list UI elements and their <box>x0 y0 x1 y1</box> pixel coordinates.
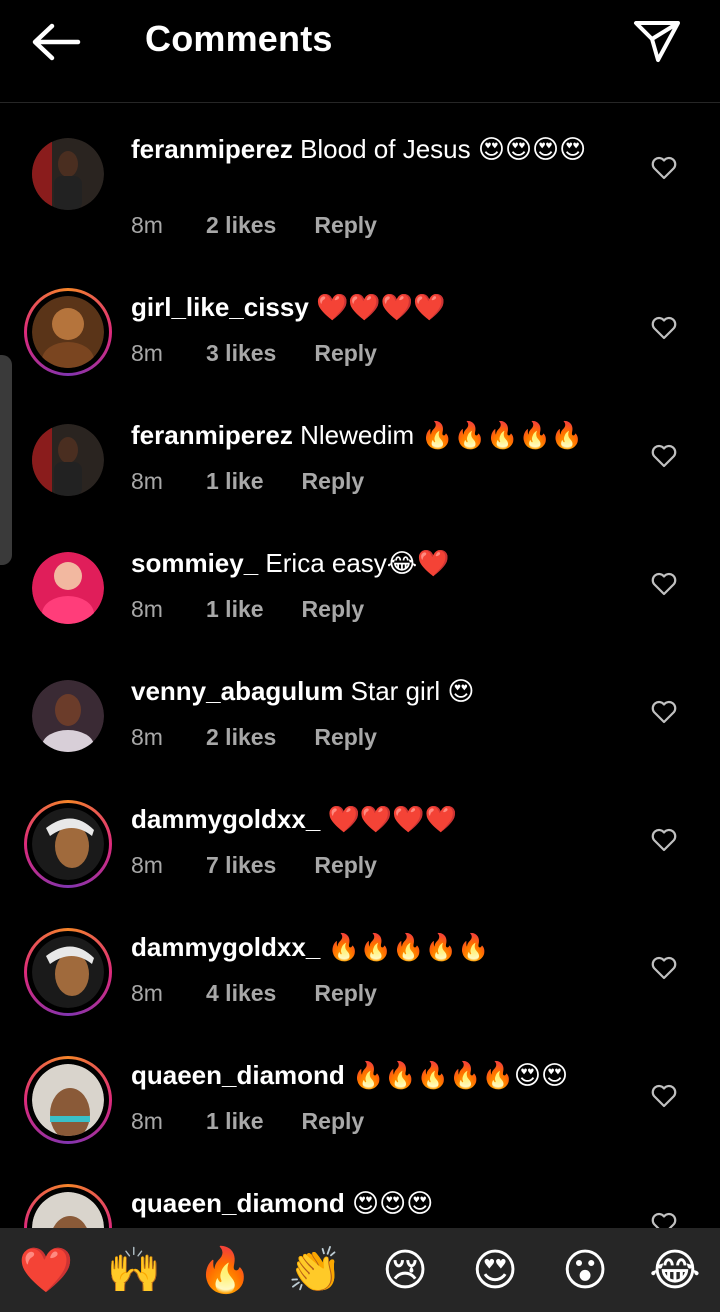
reply-button[interactable]: Reply <box>314 724 377 751</box>
reply-button[interactable]: Reply <box>302 1108 365 1135</box>
comment-time: 8m <box>131 596 163 622</box>
comment-username[interactable]: feranmiperez <box>131 420 293 450</box>
comment-likes[interactable]: 2 likes <box>206 724 276 751</box>
reply-button[interactable]: Reply <box>314 852 377 879</box>
reaction-heart-button[interactable]: ❤️ <box>16 1244 76 1298</box>
comment-row: sommiey_ Erica easy😂❤️ 8m 1 like Reply <box>0 544 720 672</box>
avatar[interactable] <box>24 544 112 632</box>
reply-button[interactable]: Reply <box>314 212 377 239</box>
comment-likes[interactable]: 4 likes <box>206 980 276 1007</box>
comment-time: 8m <box>131 340 163 366</box>
reaction-raised-hands-button[interactable]: 🙌 <box>104 1244 164 1298</box>
comment-likes[interactable]: 7 likes <box>206 852 276 879</box>
comment-row: feranmiperez Blood of Jesus 😍😍😍😍 8m 2 lik… <box>0 130 720 258</box>
reply-button[interactable]: Reply <box>314 980 377 1007</box>
comment-username[interactable]: quaeen_diamond <box>131 1060 345 1090</box>
comment-text: ❤️❤️❤️❤️ <box>320 804 458 834</box>
like-heart-icon[interactable] <box>651 316 677 340</box>
quick-reaction-bar: ❤️ 🙌 🔥 👏 😢 😍 😮 😂 <box>0 1228 720 1312</box>
like-heart-icon[interactable] <box>651 956 677 980</box>
avatar[interactable] <box>24 1056 112 1144</box>
back-arrow-icon[interactable] <box>30 20 82 64</box>
reaction-fire-button[interactable]: 🔥 <box>195 1244 255 1298</box>
comment-time: 8m <box>131 1108 163 1134</box>
avatar[interactable] <box>24 800 112 888</box>
like-heart-icon[interactable] <box>651 156 677 180</box>
header-bar: Comments <box>0 0 720 103</box>
comment-likes[interactable]: 1 like <box>206 596 264 623</box>
comment-row: venny_abagulum Star girl 😍 8m 2 likes Repl… <box>0 672 720 800</box>
comment-row: feranmiperez Nlewedim 🔥🔥🔥🔥🔥 8m 1 like Repl… <box>0 416 720 544</box>
comment-row: girl_like_cissy ❤️❤️❤️❤️ 8m 3 likes Reply <box>0 288 720 416</box>
comment-time: 8m <box>131 468 163 494</box>
avatar[interactable] <box>24 288 112 376</box>
comment-username[interactable]: sommiey_ <box>131 548 258 578</box>
avatar[interactable] <box>24 416 112 504</box>
comment-text: Star girl 😍 <box>343 676 475 706</box>
comment-text: Blood of Jesus 😍😍😍😍 <box>292 134 587 164</box>
page-title: Comments <box>145 18 333 59</box>
comment-text: 🔥🔥🔥🔥🔥 <box>320 932 490 962</box>
comment-username[interactable]: girl_like_cissy <box>131 292 309 322</box>
like-heart-icon[interactable] <box>651 700 677 724</box>
reaction-wow-button[interactable]: 😮 <box>555 1244 615 1298</box>
comment-text: ❤️❤️❤️❤️ <box>308 292 446 322</box>
comment-row: dammygoldxx_ 🔥🔥🔥🔥🔥 8m 4 likes Reply <box>0 928 720 1056</box>
comment-likes[interactable]: 1 like <box>206 1108 264 1135</box>
comment-row: dammygoldxx_ ❤️❤️❤️❤️ 8m 7 likes Reply <box>0 800 720 928</box>
comment-text: 😍😍😍 <box>344 1188 434 1218</box>
reply-button[interactable]: Reply <box>302 468 365 495</box>
comment-text: Erica easy😂❤️ <box>258 548 450 578</box>
comment-username[interactable]: dammygoldxx_ <box>131 804 320 834</box>
reaction-clap-button[interactable]: 👏 <box>285 1244 345 1298</box>
comment-time: 8m <box>131 980 163 1006</box>
comment-likes[interactable]: 2 likes <box>206 212 276 239</box>
comment-text: 🔥🔥🔥🔥🔥😍😍 <box>344 1060 569 1090</box>
like-heart-icon[interactable] <box>651 1084 677 1108</box>
reaction-crying-button[interactable]: 😢 <box>375 1244 435 1298</box>
reply-button[interactable]: Reply <box>314 340 377 367</box>
avatar[interactable] <box>24 928 112 1016</box>
reaction-heart-eyes-button[interactable]: 😍 <box>465 1244 525 1298</box>
comment-username[interactable]: quaeen_diamond <box>131 1188 345 1218</box>
comment-time: 8m <box>131 212 163 238</box>
like-heart-icon[interactable] <box>651 828 677 852</box>
comment-likes[interactable]: 1 like <box>206 468 264 495</box>
avatar[interactable] <box>24 672 112 760</box>
reply-button[interactable]: Reply <box>302 596 365 623</box>
comment-row: quaeen_diamond 🔥🔥🔥🔥🔥😍😍 8m 1 like Reply <box>0 1056 720 1184</box>
comment-username[interactable]: feranmiperez <box>131 134 293 164</box>
comment-username[interactable]: dammygoldxx_ <box>131 932 320 962</box>
like-heart-icon[interactable] <box>651 444 677 468</box>
comment-text: Nlewedim 🔥🔥🔥🔥🔥 <box>292 420 584 450</box>
comment-time: 8m <box>131 852 163 878</box>
send-direct-icon[interactable] <box>632 18 682 64</box>
like-heart-icon[interactable] <box>651 572 677 596</box>
comment-likes[interactable]: 3 likes <box>206 340 276 367</box>
comment-time: 8m <box>131 724 163 750</box>
avatar[interactable] <box>24 130 112 218</box>
comment-username[interactable]: venny_abagulum <box>131 676 343 706</box>
reaction-laugh-button[interactable]: 😂 <box>645 1244 705 1298</box>
